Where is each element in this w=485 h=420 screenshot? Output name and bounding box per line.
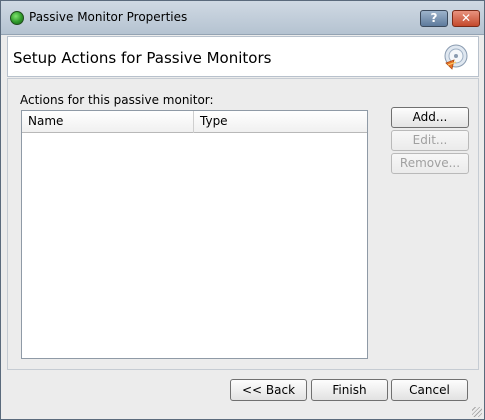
content-area: Actions for this passive monitor: Name T…	[7, 78, 479, 370]
finish-button[interactable]: Finish	[311, 379, 388, 401]
page-title: Setup Actions for Passive Monitors	[13, 49, 272, 67]
help-button[interactable]: ?	[420, 10, 448, 27]
resize-grip[interactable]	[472, 407, 482, 417]
window-title: Passive Monitor Properties	[29, 10, 188, 24]
actions-label: Actions for this passive monitor:	[20, 93, 214, 107]
close-button[interactable]: ✕	[452, 10, 480, 27]
dialog-window: Passive Monitor Properties ? ✕ Setup Act…	[0, 0, 485, 420]
actions-list[interactable]: Name Type	[21, 110, 368, 359]
column-header-name[interactable]: Name	[22, 111, 194, 133]
back-button[interactable]: << Back	[230, 379, 307, 401]
edit-button[interactable]: Edit...	[391, 130, 469, 151]
list-header: Name Type	[22, 111, 367, 133]
column-header-type[interactable]: Type	[194, 111, 367, 133]
wizard-header: Setup Actions for Passive Monitors	[7, 36, 479, 77]
title-bar[interactable]: Passive Monitor Properties ? ✕	[1, 1, 484, 35]
wizard-icon	[444, 44, 468, 70]
add-button[interactable]: Add...	[391, 107, 469, 128]
remove-button[interactable]: Remove...	[391, 153, 469, 174]
app-icon	[10, 11, 24, 25]
cancel-button[interactable]: Cancel	[391, 379, 468, 401]
